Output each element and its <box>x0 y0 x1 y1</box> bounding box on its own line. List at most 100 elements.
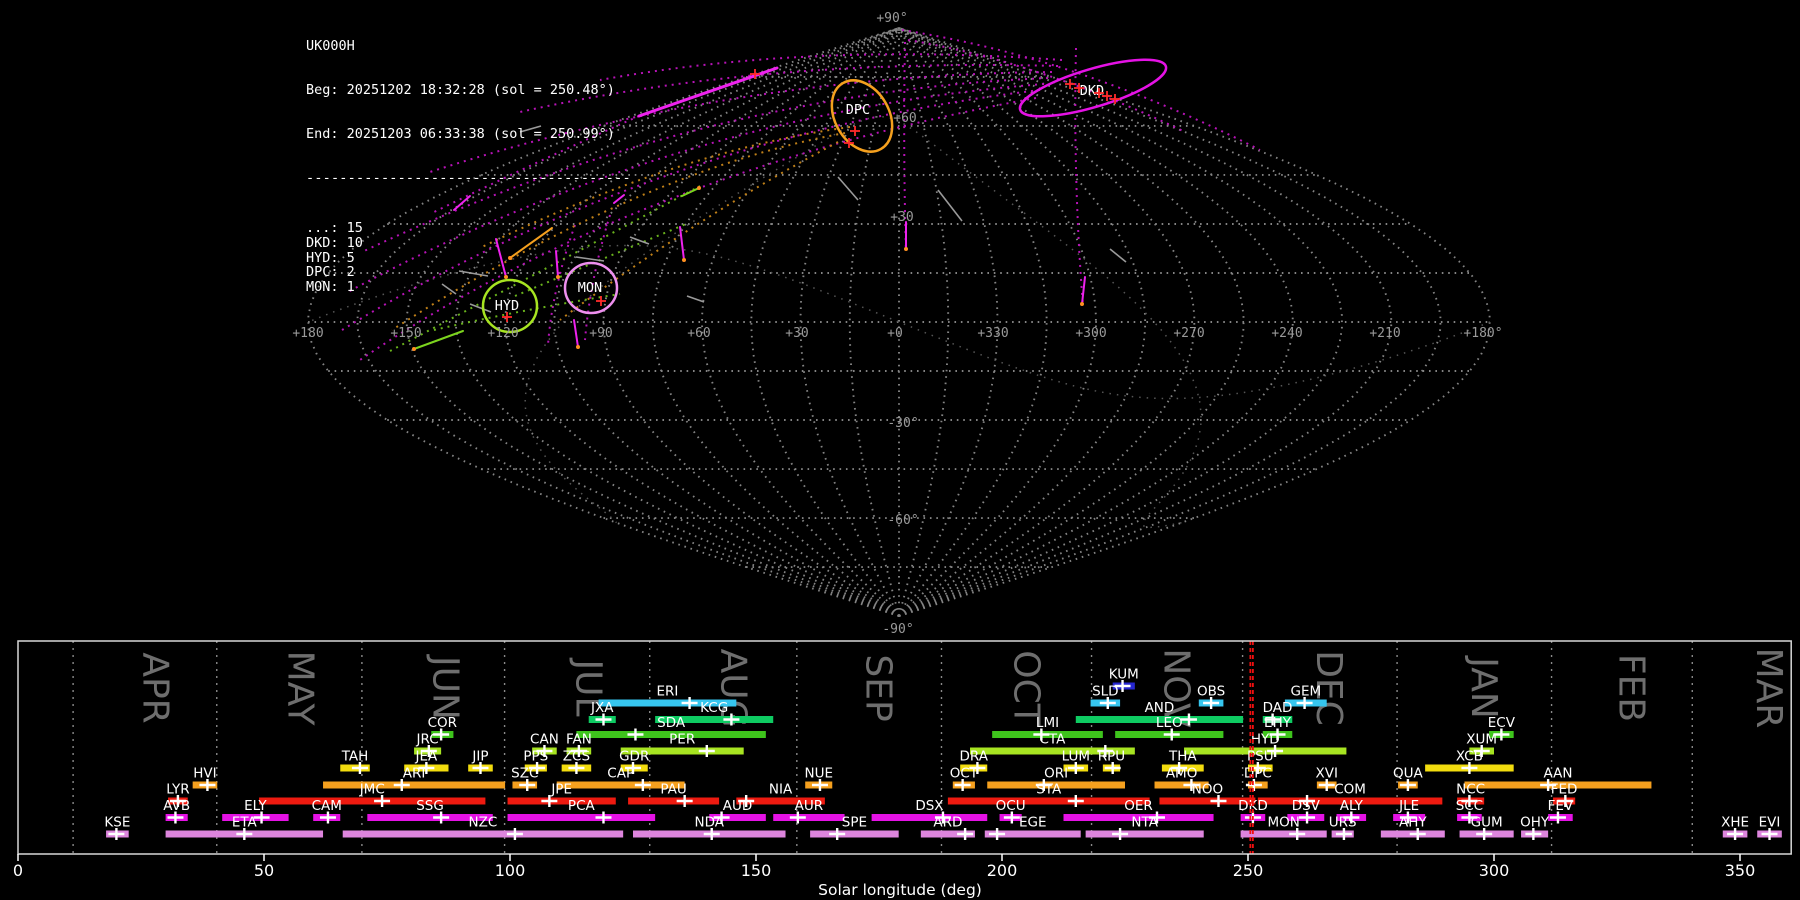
shower-bars: KUMERISLDOBSGEMJXAKCGANDDADCORSDALMILEOE… <box>104 667 1781 841</box>
shower-label: ETA <box>232 815 258 831</box>
ra-label: +180 <box>292 326 323 341</box>
shower-label: AMO <box>1166 766 1198 782</box>
shower-label: NOO <box>1192 782 1223 798</box>
shower-label: LMI <box>1036 715 1059 731</box>
meteor-trail <box>574 320 578 347</box>
shower-bar <box>773 814 844 821</box>
shower-label: JLE <box>1398 798 1419 814</box>
count-line: HYD: 5 <box>306 251 631 266</box>
month-label: MAY <box>280 651 321 727</box>
shower-label: NDA <box>695 815 725 831</box>
shower-label: XUM <box>1466 732 1497 748</box>
shower-label: CAN <box>530 732 559 748</box>
shower-label: LEO <box>1156 715 1183 731</box>
shower-label: SZC <box>511 766 538 782</box>
shower-label: NCC <box>1456 782 1485 798</box>
shower-label: NZC <box>469 815 498 831</box>
begin-line: Beg: 20251202 18:32:28 (sol = 250.48°) <box>306 83 631 98</box>
dec-label: -60° <box>887 513 918 528</box>
shower-label: FEV <box>1548 798 1574 814</box>
shower-label: CTA <box>1039 732 1066 748</box>
shower-label: EVI <box>1759 815 1781 831</box>
ra-label: +300 <box>1075 326 1106 341</box>
shower-label: FAN <box>566 732 592 748</box>
shower-label: AUD <box>723 798 753 814</box>
shower-label: AAN <box>1543 766 1572 782</box>
shower-label: PPS <box>523 749 548 765</box>
trail-endpoint <box>682 258 686 262</box>
radiant-label-DPC: DPC <box>846 102 870 118</box>
meteor-trail <box>680 227 684 260</box>
month-label: APR <box>134 652 175 723</box>
shower-label: URS <box>1329 815 1357 831</box>
ra-label: +150 <box>390 326 421 341</box>
shower-label: EHY <box>1264 715 1292 731</box>
ra-label: +210 <box>1369 326 1400 341</box>
shower-label: NIA <box>769 782 793 798</box>
count-line: ...: 15 <box>306 221 631 236</box>
ra-label: +120 <box>487 326 518 341</box>
shower-label: NTA <box>1131 815 1158 831</box>
shower-label: DAD <box>1263 700 1293 716</box>
observation-info: UK000H Beg: 20251202 18:32:28 (sol = 250… <box>306 10 631 323</box>
shower-label: AUR <box>795 798 824 814</box>
shower-label: OCU <box>996 798 1026 814</box>
shower-label: COR <box>428 715 457 731</box>
shower-bar <box>810 831 899 838</box>
shower-label: MON <box>1267 815 1299 831</box>
sporadic-trail <box>1110 249 1126 262</box>
ra-meridian <box>899 28 1096 616</box>
shower-label: SSG <box>416 798 444 814</box>
shower-label: ERI <box>656 684 678 700</box>
shower-label: KSE <box>104 815 130 831</box>
ra-label: +270 <box>1173 326 1204 341</box>
month-label: SEP <box>858 654 899 721</box>
shower-counts: ...: 15DKD: 10HYD: 5DPC: 2MON: 1 <box>306 221 631 294</box>
shower-label: PAU <box>660 782 686 798</box>
separator: --------------------------------------- <box>306 171 631 186</box>
count-line: DPC: 2 <box>306 265 631 280</box>
radiant-map-screen: DPCDKDHYDMON+180+150+120+90+60+30+0+330+… <box>0 0 1800 900</box>
dec-label: +90° <box>876 11 907 26</box>
shower-label: OCT <box>950 766 979 782</box>
ra-label: +30 <box>785 326 808 341</box>
end-line: End: 20251203 06:33:38 (sol = 250.99°) <box>306 127 631 142</box>
shower-label: FED <box>1551 782 1578 798</box>
trail-endpoint <box>576 345 580 349</box>
x-tick-label: 200 <box>987 861 1018 880</box>
shower-bar <box>343 831 623 838</box>
shower-label: XVI <box>1315 766 1337 782</box>
shower-label: ARD <box>933 815 962 831</box>
shower-label: JXA <box>590 700 614 716</box>
shower-label: JEA <box>414 749 438 765</box>
shower-label: XHE <box>1721 815 1749 831</box>
x-tick-label: 0 <box>13 861 23 880</box>
sporadic-trail <box>630 237 649 244</box>
shower-label: LYR <box>166 782 189 798</box>
trail-endpoint <box>697 186 701 190</box>
sporadic-trail <box>838 177 858 200</box>
shower-label: SCC <box>1456 798 1483 814</box>
month-label: FEB <box>1610 654 1651 722</box>
radiant-label-DKD: DKD <box>1080 83 1104 99</box>
shower-label: DRA <box>959 749 988 765</box>
shower-label: ARI <box>403 766 426 782</box>
meteor-trail <box>682 188 699 196</box>
shower-label: SDA <box>657 715 686 731</box>
sporadic-trail <box>687 296 704 302</box>
shower-bar <box>628 798 719 805</box>
x-axis: 050100150200250300350Solar longitude (de… <box>13 854 1755 899</box>
shower-label: CAP <box>607 766 634 782</box>
shower-label: ALY <box>1340 798 1364 814</box>
shower-label: RPU <box>1098 749 1125 765</box>
shower-label: KUM <box>1109 667 1139 683</box>
shower-bar <box>1086 831 1204 838</box>
shower-label: OHY <box>1520 815 1550 831</box>
shower-label: THA <box>1168 749 1197 765</box>
shower-bar <box>323 782 505 789</box>
station-id: UK000H <box>306 39 631 54</box>
shower-label: PCA <box>568 798 596 814</box>
shower-label: SPE <box>842 815 867 831</box>
dec-label: -90° <box>882 622 913 637</box>
shower-label: DPC <box>1244 766 1272 782</box>
